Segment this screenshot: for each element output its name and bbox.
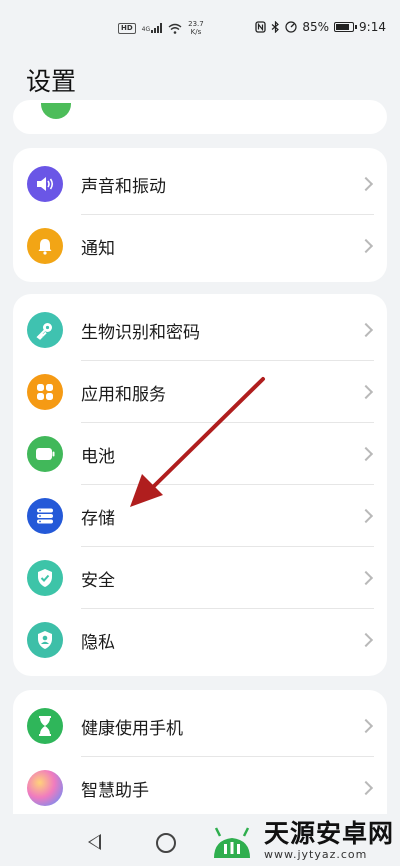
network-speed: 23.7 K/s: [188, 20, 204, 36]
settings-item-smart-assistant[interactable]: 智慧助手: [13, 757, 387, 814]
watermark-name: 天源安卓网: [264, 818, 395, 848]
watermark: 天源安卓网 www.jytyaz.com: [206, 818, 394, 862]
settings-group-partial: [13, 100, 387, 134]
chevron-right-icon: [358, 384, 374, 400]
chevron-right-icon: [358, 718, 374, 734]
chevron-right-icon: [358, 508, 374, 524]
settings-item-notifications[interactable]: 通知: [13, 215, 387, 277]
battery-icon: [334, 22, 358, 32]
clock: 9:14: [359, 20, 386, 34]
home-icon[interactable]: [156, 833, 176, 853]
settings-item-label: 健康使用手机: [81, 718, 183, 739]
settings-item-digital-balance[interactable]: 健康使用手机: [13, 695, 387, 757]
nfc-icon: [255, 21, 267, 33]
chevron-right-icon: [358, 780, 374, 796]
settings-item-label: 安全: [81, 570, 115, 591]
settings-item-label: 应用和服务: [81, 384, 166, 405]
settings-item-sound-vibration[interactable]: 声音和振动: [13, 153, 387, 215]
shield-check-icon: [27, 560, 63, 596]
battery-icon: [27, 436, 63, 472]
settings-item-apps-services[interactable]: 应用和服务: [13, 361, 387, 423]
key-icon: [27, 312, 63, 348]
watermark-url: www.jytyaz.com: [264, 847, 368, 861]
back-icon[interactable]: [88, 834, 101, 850]
battery-percent: 85%: [302, 20, 330, 34]
chevron-right-icon: [358, 176, 374, 192]
hd-badge: HD: [118, 22, 136, 34]
status-bar: HD 4G 23.7 K/s 85% 9:14: [0, 0, 400, 56]
chevron-right-icon: [358, 570, 374, 586]
hourglass-icon: [27, 708, 63, 744]
android-logo-icon: [214, 827, 250, 858]
settings-item-label: 智慧助手: [81, 780, 149, 801]
speaker-icon: [27, 166, 63, 202]
settings-item-biometrics-password[interactable]: 生物识别和密码: [13, 299, 387, 361]
wlan-icon: [41, 103, 71, 119]
storage-icon: [27, 498, 63, 534]
settings-item-label: 声音和振动: [81, 176, 166, 197]
assistant-orb-icon: [27, 770, 63, 806]
system-status: 85% 9:14: [255, 20, 386, 34]
chevron-right-icon: [358, 238, 374, 254]
network-status: HD 4G 23.7 K/s: [118, 20, 204, 36]
chevron-right-icon: [358, 632, 374, 648]
settings-item-battery[interactable]: 电池: [13, 423, 387, 485]
bell-icon: [27, 228, 63, 264]
wifi-icon: [168, 23, 182, 34]
cellular-signal-icon: 4G: [142, 23, 163, 33]
settings-item-storage[interactable]: 存储: [13, 485, 387, 547]
settings-item-label: 存储: [81, 508, 115, 529]
page-title: 设置: [26, 67, 77, 96]
settings-item-security[interactable]: 安全: [13, 547, 387, 609]
settings-item-label: 隐私: [81, 632, 115, 653]
settings-item-label: 通知: [81, 238, 115, 259]
settings-group-device: 生物识别和密码 应用和服务 电池 存储 安全 隐私: [13, 294, 387, 676]
settings-group-wellbeing: 健康使用手机 智慧助手: [13, 690, 387, 814]
chevron-right-icon: [358, 446, 374, 462]
apps-grid-icon: [27, 374, 63, 410]
settings-group-sound-notifications: 声音和振动 通知: [13, 148, 387, 282]
settings-item-privacy[interactable]: 隐私: [13, 609, 387, 671]
privacy-shield-icon: [27, 622, 63, 658]
bluetooth-icon: [271, 21, 280, 33]
settings-item-label: 生物识别和密码: [81, 322, 200, 343]
settings-item-label: 电池: [81, 446, 115, 467]
speedometer-icon: [285, 21, 297, 33]
chevron-right-icon: [358, 322, 374, 338]
